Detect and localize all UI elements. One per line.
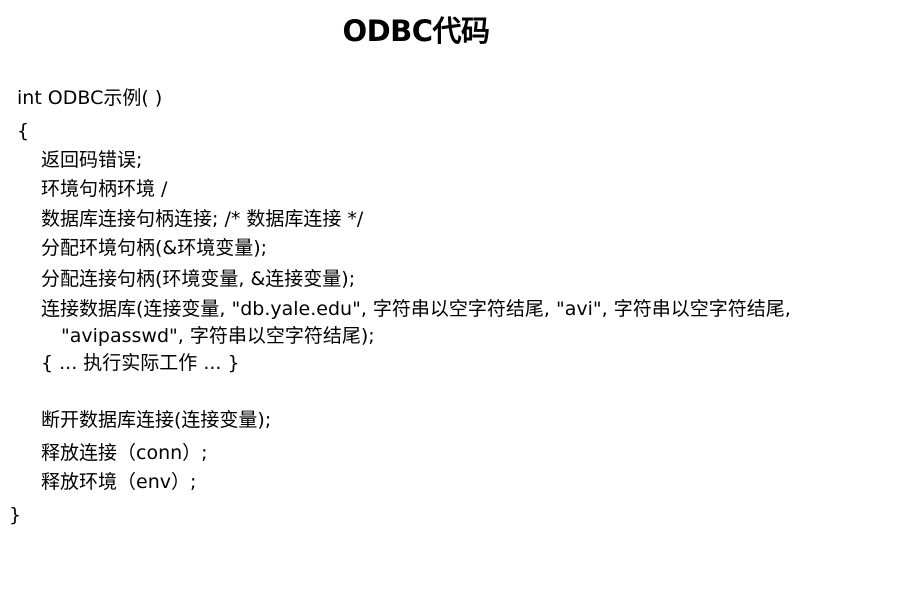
function-signature: int ODBC示例( ) bbox=[17, 87, 163, 109]
close-brace: } bbox=[9, 504, 22, 526]
code-line-free-env: 释放环境（env）; bbox=[41, 471, 197, 493]
code-line-free-conn: 释放连接（conn）; bbox=[41, 442, 208, 464]
open-brace: { bbox=[17, 120, 30, 142]
code-line-conn-handle: 数据库连接句柄连接; /* 数据库连接 */ bbox=[41, 208, 364, 230]
code-line-alloc-env: 分配环境句柄(&环境变量); bbox=[41, 237, 268, 259]
code-line-connect-cont: "avipasswd", 字符串以空字符结尾); bbox=[61, 325, 375, 347]
code-line-do-work: { ... 执行实际工作 ... } bbox=[41, 352, 240, 374]
code-line-env-handle: 环境句柄环境 / bbox=[41, 178, 168, 200]
code-line-alloc-conn: 分配连接句柄(环境变量, &连接变量); bbox=[41, 268, 356, 290]
code-line-disconnect: 断开数据库连接(连接变量); bbox=[41, 409, 272, 431]
code-line-return-code: 返回码错误; bbox=[41, 149, 143, 171]
code-line-connect: 连接数据库(连接变量, "db.yale.edu", 字符串以空字符结尾, "a… bbox=[41, 298, 791, 320]
slide-title: ODBC代码 bbox=[342, 14, 490, 48]
